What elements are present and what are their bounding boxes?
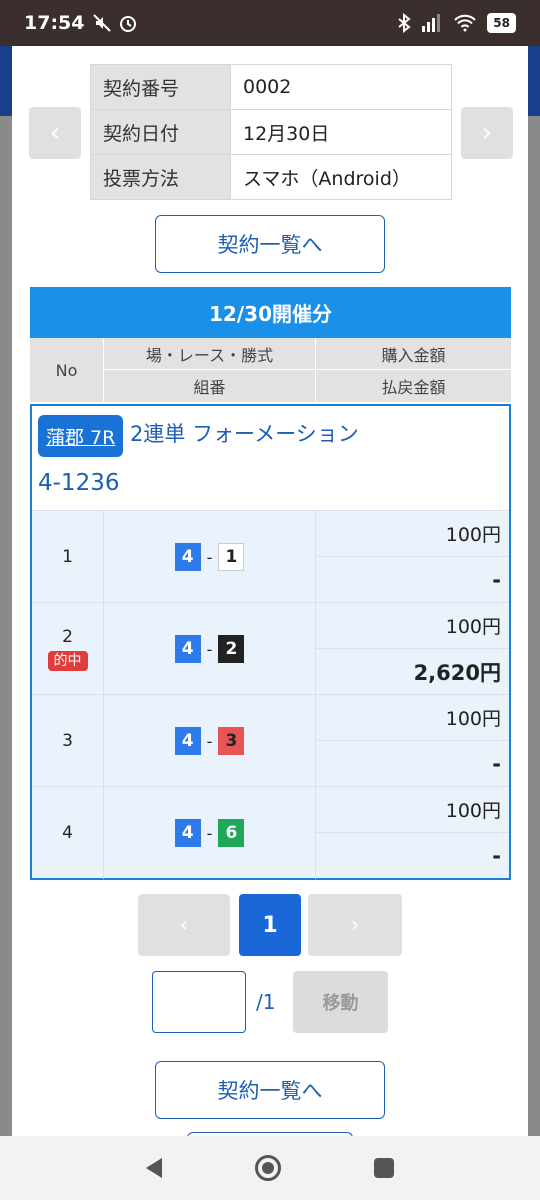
info-key: 契約番号: [90, 64, 231, 110]
bet-detail: 蒲郡 7R 2連単 フォーメーション 4-1236 1 4 - 1 100円 -…: [30, 404, 511, 880]
boat-number-chip: 3: [218, 727, 245, 755]
boat-number-chip: 1: [218, 543, 245, 571]
info-value: 0002: [230, 64, 452, 110]
system-nav-bar: [0, 1136, 540, 1200]
page-number-input[interactable]: [152, 971, 246, 1033]
header-combination: 組番: [104, 370, 316, 402]
boat-number-chip: 4: [174, 727, 201, 755]
info-value: 12月30日: [230, 109, 452, 155]
home-icon[interactable]: [254, 1155, 281, 1181]
purchase-amount: 100円: [316, 603, 509, 649]
next-contract-button[interactable]: ›: [461, 107, 513, 159]
row-no: 4: [62, 823, 73, 843]
bet-combination: 4-1236: [38, 470, 120, 496]
header-payout-amount: 払戻金額: [381, 378, 446, 397]
status-time: 17:54: [24, 12, 85, 34]
move-button[interactable]: 移動: [293, 971, 388, 1033]
info-row: 契約番号 0002: [90, 64, 452, 110]
page-total: /1: [256, 990, 276, 1014]
info-key: 契約日付: [90, 109, 231, 155]
boat-number-chip: 6: [218, 819, 245, 847]
header-purchase-amount: 購入金額: [316, 338, 511, 370]
mute-icon: [93, 14, 112, 32]
row-no: 2: [62, 627, 73, 647]
row-combination: 4 - 2: [104, 603, 316, 695]
contract-detail-modal: ‹ › 契約番号 0002 契約日付 12月30日 投票方法 スマホ（Andro…: [12, 46, 528, 1136]
info-key: 投票方法: [90, 154, 231, 200]
chevron-left-icon: ‹: [49, 118, 61, 148]
header-venue-race-type: 場・レース・勝式: [104, 338, 316, 370]
row-combination: 4 - 6: [104, 787, 316, 879]
purchase-amount: 100円: [316, 695, 509, 741]
combo-separator: -: [206, 731, 213, 751]
table-row: 3 4 - 3 100円 -: [32, 694, 509, 787]
contract-list-button[interactable]: 契約一覧へ: [155, 215, 385, 273]
info-row: 契約日付 12月30日: [90, 109, 452, 155]
purchase-amount: 100円: [316, 787, 509, 833]
chevron-right-icon: ›: [481, 118, 493, 148]
pagination-next-button[interactable]: ›: [308, 894, 402, 956]
chevron-right-icon: ›: [350, 912, 360, 938]
payout-amount: 2,620円: [413, 661, 501, 685]
info-row: 投票方法 スマホ（Android）: [90, 154, 452, 200]
row-no: 3: [62, 731, 73, 751]
purchase-amount: 100円: [316, 511, 509, 557]
pagination-current-page[interactable]: 1: [239, 894, 301, 956]
table-row: 2 的中 4 - 2 100円 2,620円: [32, 602, 509, 695]
wifi-icon: [454, 14, 477, 32]
row-combination: 4 - 1: [104, 511, 316, 603]
alarm-icon: [120, 16, 137, 32]
combo-separator: -: [206, 547, 213, 567]
row-combination: 4 - 3: [104, 695, 316, 787]
signal-icon: [422, 14, 441, 32]
pagination-prev-button[interactable]: ‹: [138, 894, 230, 956]
table-row: 1 4 - 1 100円 -: [32, 510, 509, 603]
payout-amount: -: [492, 844, 501, 868]
table-row: 4 4 - 6 100円 -: [32, 786, 509, 879]
boat-number-chip: 2: [218, 635, 245, 663]
boat-number-chip: 4: [174, 635, 201, 663]
combo-separator: -: [206, 823, 213, 843]
back-icon[interactable]: [146, 1158, 163, 1178]
bluetooth-icon: [398, 13, 411, 33]
boat-number-chip: 4: [174, 543, 201, 571]
hit-badge: 的中: [47, 651, 88, 671]
row-no: 1: [62, 547, 73, 567]
status-bar: 17:54 58: [0, 0, 540, 46]
chevron-left-icon: ‹: [179, 912, 189, 938]
payout-amount: -: [492, 568, 501, 592]
header-no: No: [30, 338, 104, 402]
recent-apps-icon[interactable]: [373, 1158, 394, 1178]
session-header: 12/30開催分: [30, 287, 511, 338]
prev-contract-button[interactable]: ‹: [29, 107, 81, 159]
payout-amount: -: [492, 752, 501, 776]
contract-info-table: 契約番号 0002 契約日付 12月30日 投票方法 スマホ（Android）: [90, 64, 452, 200]
venue-race-link[interactable]: 蒲郡 7R: [38, 415, 124, 457]
bet-type: 2連単 フォーメーション: [130, 422, 359, 446]
contract-list-button-bottom[interactable]: 契約一覧へ: [155, 1061, 385, 1119]
boat-number-chip: 4: [174, 819, 201, 847]
combo-separator: -: [206, 639, 213, 659]
info-value: スマホ（Android）: [230, 154, 452, 200]
table-header: No 場・レース・勝式 購入金額 組番 払戻金額: [30, 338, 511, 402]
battery-icon: 58: [487, 13, 516, 33]
